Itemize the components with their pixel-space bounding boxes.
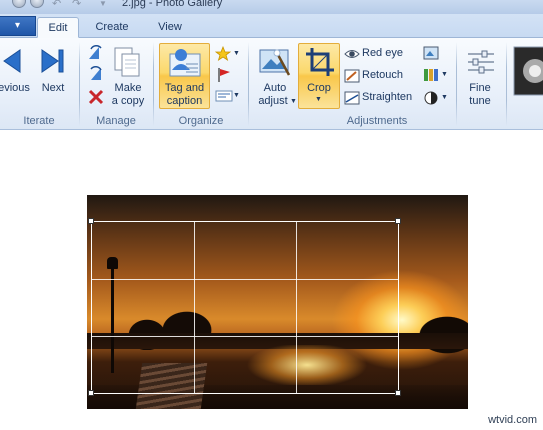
tab-view-label: View [158, 21, 182, 33]
retouch-label[interactable]: Retouch [362, 69, 403, 81]
crop-grid-line [92, 279, 398, 280]
separator [248, 42, 249, 126]
crop-grid-line [296, 222, 297, 393]
next-button[interactable] [40, 48, 66, 77]
window-title: 2.jpg - Photo Gallery [122, 0, 223, 9]
properties-dropdown-icon[interactable]: ▼ [233, 92, 240, 99]
crop-icon [306, 48, 334, 76]
crop-grid-line [194, 222, 195, 393]
flag-icon [218, 68, 230, 82]
crop-icon-wrap [305, 47, 335, 80]
color-dropdown-icon[interactable]: ▼ [441, 71, 448, 78]
separator [153, 42, 154, 126]
make-copy-icon [114, 47, 140, 77]
previous-label: evious [0, 82, 30, 94]
crop-label: Crop [307, 82, 331, 94]
rotate-left-icon [89, 45, 102, 59]
fine-tune-button[interactable] [466, 48, 496, 79]
delete-icon [88, 89, 104, 105]
red-eye-button[interactable] [344, 48, 360, 63]
fine-tune-label-line1: Fine [469, 82, 491, 94]
black-white-button[interactable] [423, 90, 439, 109]
ribbon-tab-bar: ▾ Edit Create View [0, 14, 543, 38]
retouch-icon [344, 69, 360, 83]
tag-caption-label-line2: caption [166, 95, 203, 107]
crop-dropdown-icon[interactable]: ▼ [315, 96, 322, 103]
separator [456, 42, 457, 126]
customize-toolbar-icon[interactable]: ▼ [99, 0, 107, 8]
red-eye-label[interactable]: Red eye [362, 47, 403, 59]
effect-thumbnail-icon [513, 46, 543, 96]
star-icon [214, 45, 232, 61]
black-white-dropdown-icon[interactable]: ▼ [441, 94, 448, 101]
file-menu-button[interactable]: ▾ [0, 16, 36, 36]
ribbon: evious Next Iterate Make a copy Manage T… [0, 38, 543, 130]
straighten-button[interactable] [344, 91, 360, 108]
rotate-left-button[interactable] [87, 45, 105, 64]
auto-adjust-dropdown-icon[interactable]: ▼ [290, 98, 297, 105]
tab-create-label: Create [95, 21, 129, 33]
watermark: wtvid.com [488, 414, 537, 426]
crop-selection-box[interactable] [91, 221, 399, 394]
rotate-right-button[interactable] [87, 66, 105, 85]
next-label: Next [41, 82, 65, 94]
exposure-icon [423, 46, 439, 60]
properties-button[interactable] [215, 90, 233, 105]
redo-icon[interactable]: ↷ [72, 0, 81, 10]
retouch-button[interactable] [344, 69, 360, 86]
tab-edit-label: Edit [48, 22, 68, 34]
eye-icon [344, 50, 360, 58]
rotate-right-icon [90, 66, 102, 80]
rating-button[interactable] [214, 45, 233, 65]
fine-tune-icon [468, 50, 494, 74]
delete-button[interactable] [88, 89, 104, 108]
crop-handle-top-left[interactable] [88, 218, 94, 224]
crop-handle-bottom-right[interactable] [395, 390, 401, 396]
adjustments-group-label: Adjustments [346, 115, 408, 127]
crop-grid-line [92, 336, 398, 337]
separator [79, 42, 80, 126]
properties-icon [215, 90, 233, 102]
crop-handle-top-right[interactable] [395, 218, 401, 224]
file-menu-caret: ▾ [14, 20, 21, 31]
adjust-exposure-button[interactable] [423, 46, 439, 63]
effect-preview-thumbnail[interactable] [513, 46, 543, 109]
tag-caption-icon-wrap [168, 46, 202, 81]
make-copy-label-line1: Make [114, 82, 142, 94]
title-bar: ↶ ↷ ▼ 2.jpg - Photo Gallery [0, 0, 543, 14]
iterate-group-label: Iterate [23, 115, 55, 127]
tag-caption-label-line1: Tag and [164, 82, 205, 94]
separator [506, 42, 507, 126]
tab-create[interactable]: Create [87, 17, 137, 38]
make-copy-button[interactable] [113, 46, 141, 81]
manage-group-label: Manage [96, 115, 136, 127]
tab-edit[interactable]: Edit [37, 17, 79, 38]
flag-button[interactable] [216, 67, 232, 86]
crop-handle-bottom-left[interactable] [88, 390, 94, 396]
tag-caption-icon [169, 49, 201, 77]
auto-adjust-label-line2: adjust [258, 95, 288, 107]
tab-view[interactable]: View [146, 17, 194, 38]
color-icon [424, 69, 438, 81]
next-icon [41, 49, 64, 73]
fine-tune-label-line2: tune [469, 95, 491, 107]
black-white-icon [424, 91, 438, 105]
undo-icon[interactable]: ↶ [52, 0, 61, 10]
straighten-label[interactable]: Straighten [362, 91, 412, 103]
auto-adjust-label-line1: Auto [263, 82, 287, 94]
previous-button[interactable] [0, 48, 22, 77]
straighten-icon [344, 91, 360, 105]
back-circle-icon[interactable] [12, 0, 26, 8]
auto-adjust-icon [259, 49, 291, 76]
auto-adjust-button[interactable] [259, 47, 291, 80]
make-copy-label-line2: a copy [111, 95, 145, 107]
adjust-color-button[interactable] [423, 68, 439, 85]
organize-group-label: Organize [178, 115, 224, 127]
forward-circle-icon[interactable] [30, 0, 44, 8]
rating-dropdown-icon[interactable]: ▼ [233, 50, 240, 57]
previous-icon [3, 49, 21, 73]
